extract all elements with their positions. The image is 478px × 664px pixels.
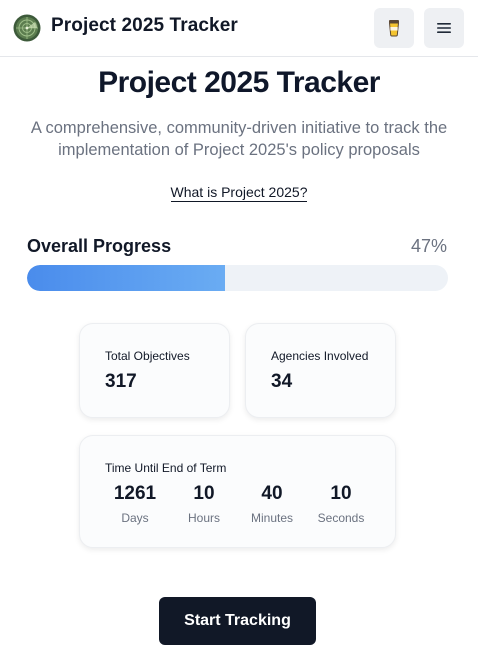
page-title: Project 2025 Tracker [98,66,380,99]
countdown-hours-value: 10 [193,483,215,504]
countdown-label: Time Until End of Term [105,461,227,475]
agencies-involved-label: Agencies Involved [271,349,369,363]
countdown-hours: 10 Hours [169,483,239,525]
countdown-card: Time Until End of Term 1261 Days 10 Hour… [79,435,396,548]
top-nav-bar: Project 2025 Tracker [0,0,478,57]
countdown-hours-label: Hours [187,511,220,525]
progress-value: 47% [410,236,447,256]
countdown-seconds: 10 Seconds [306,483,376,525]
page: Project 2025 Tracker Project 2025 Tracke… [0,0,478,664]
coffee-button[interactable] [374,8,414,48]
countdown-days: 1261 Days [100,483,170,525]
app-title[interactable]: Project 2025 Tracker [51,15,238,37]
progress-label: Overall Progress [27,236,172,256]
radar-globe-icon[interactable] [13,14,41,42]
countdown-seconds-value: 10 [330,483,352,504]
countdown-minutes-label: Minutes [250,511,294,525]
agencies-involved-card: Agencies Involved 34 [245,323,396,418]
progress-bar-fill [27,265,225,291]
what-is-project-2025-link[interactable]: What is Project 2025? [170,184,308,202]
total-objectives-label: Total Objectives [105,349,190,363]
countdown-days-label: Days [121,511,149,525]
what-is-project-2025-link-wrapper: What is Project 2025? [0,184,478,202]
page-subtitle: A comprehensive, community-driven initia… [30,119,448,159]
countdown-days-value: 1261 [113,483,157,504]
hamburger-menu-icon [437,23,451,33]
progress-bar [27,265,448,291]
agencies-involved-value: 34 [271,371,293,392]
total-objectives-card: Total Objectives 317 [79,323,230,418]
total-objectives-value: 317 [105,371,137,392]
countdown-minutes: 40 Minutes [237,483,307,525]
menu-button[interactable] [424,8,464,48]
countdown-seconds-label: Seconds [317,511,365,525]
start-tracking-button[interactable]: Start Tracking [159,597,316,645]
coffee-cup-icon [388,20,400,37]
countdown-minutes-value: 40 [261,483,283,504]
